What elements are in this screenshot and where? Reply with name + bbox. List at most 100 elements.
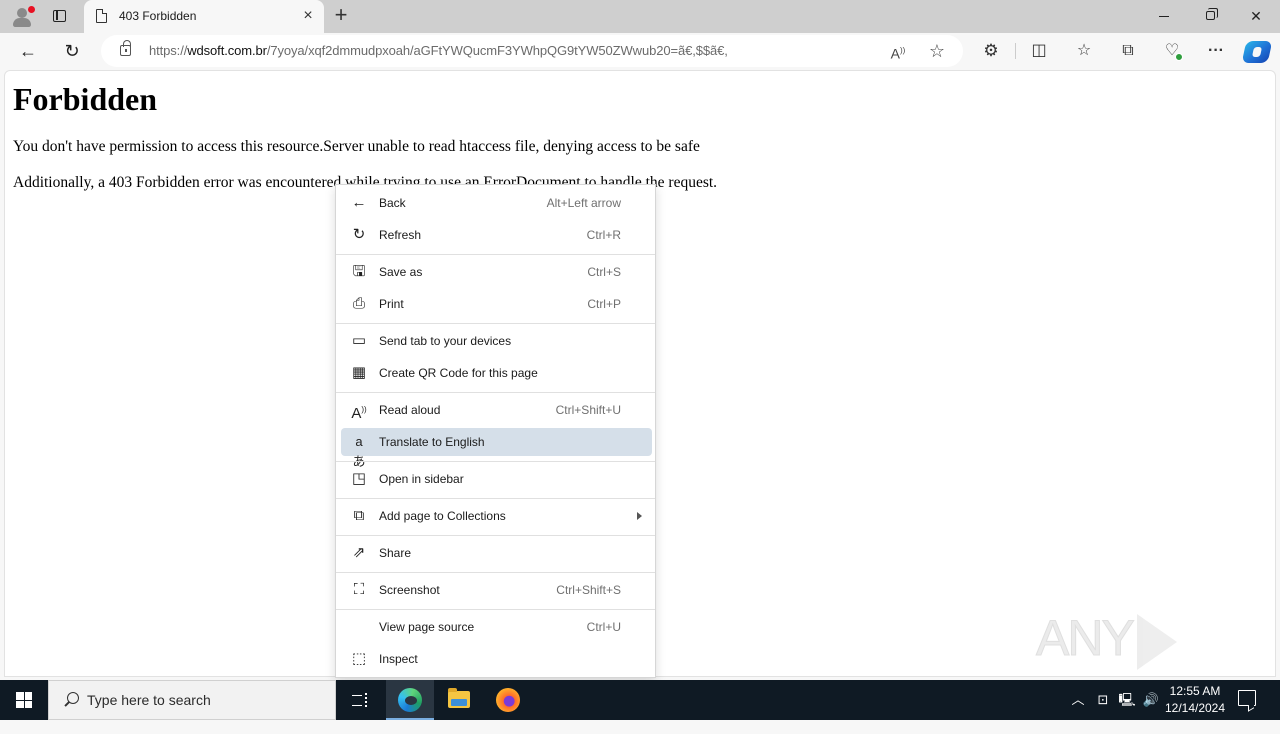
devices-icon: ▭ <box>351 332 367 349</box>
minimize-icon <box>1159 16 1169 17</box>
menu-item-shortcut: Ctrl+U <box>586 620 621 634</box>
network-icon[interactable]: 🖳 <box>1116 680 1138 720</box>
menu-item-label: Refresh <box>379 228 422 242</box>
split-screen-icon[interactable]: ◫ <box>1024 37 1054 65</box>
refresh-button[interactable]: ↻ <box>57 37 87 65</box>
menu-item-label: Back <box>379 196 406 210</box>
toolbar-divider <box>1015 43 1016 59</box>
url-host: wdsoft.com.br <box>187 43 267 58</box>
play-logo-icon <box>1136 613 1177 670</box>
show-hidden-icons-button[interactable]: ︿ <box>1068 680 1088 720</box>
menu-item-label: View page source <box>379 620 475 634</box>
meet-now-icon[interactable]: ⊡ <box>1092 680 1114 720</box>
menu-item-label: Inspect <box>379 652 418 666</box>
menu-item-save-as[interactable]: 🖫 Save as Ctrl+S <box>341 258 652 286</box>
restore-button[interactable] <box>1187 0 1233 33</box>
profile-body-icon <box>13 18 31 27</box>
system-clock[interactable]: 12:55 AM 12/14/2024 <box>1162 683 1228 717</box>
error-message: You don't have permission to access this… <box>13 138 700 155</box>
share-icon: ⇗ <box>352 544 366 561</box>
windows-logo-icon <box>16 692 32 708</box>
menu-item-refresh[interactable]: ↻ Refresh Ctrl+R <box>341 221 652 249</box>
task-view-icon <box>352 692 368 708</box>
menu-item-shortcut: Ctrl+Shift+U <box>555 403 621 417</box>
folder-icon <box>448 688 470 708</box>
taskbar-app-edge[interactable] <box>386 680 434 720</box>
save-icon: 🖫 <box>352 263 366 280</box>
profile-head-icon <box>17 8 27 18</box>
menu-divider <box>336 461 655 462</box>
favorite-star-icon[interactable]: ☆ <box>925 40 949 62</box>
page-heading: Forbidden <box>13 81 158 117</box>
menu-item-label: Open in sidebar <box>379 472 464 486</box>
sidebar-icon: ◳ <box>351 470 367 487</box>
tab-title: 403 Forbidden <box>119 9 197 23</box>
menu-item-print[interactable]: ⎙ Print Ctrl+P <box>341 290 652 318</box>
menu-item-label: Translate to English <box>379 435 485 449</box>
search-placeholder: Type here to search <box>87 692 211 708</box>
inspect-icon: ⬚ <box>351 650 367 667</box>
read-aloud-icon[interactable]: A)) <box>886 40 910 62</box>
menu-item-label: Send tab to your devices <box>379 334 512 348</box>
notification-dot <box>28 6 35 13</box>
context-menu: ← Back Alt+Left arrow ↻ Refresh Ctrl+R 🖫… <box>335 184 656 678</box>
profile-avatar[interactable] <box>8 4 36 30</box>
close-window-button[interactable]: ✕ <box>1233 0 1279 33</box>
navigation-bar: ← ↻ https://wdsoft.com.br/7yoya/xqf2dmmu… <box>0 33 1280 70</box>
notification-center-icon[interactable] <box>1238 690 1256 706</box>
task-view-button[interactable] <box>336 680 384 720</box>
lock-icon[interactable] <box>120 40 131 56</box>
extensions-icon[interactable]: ⚙ <box>976 37 1006 65</box>
taskbar-search-input[interactable]: Type here to search <box>48 680 336 720</box>
menu-item-add-to-collections[interactable]: ⧉ Add page to Collections <box>341 502 652 530</box>
copilot-icon[interactable] <box>1241 41 1273 63</box>
menu-item-label: Add page to Collections <box>379 509 506 523</box>
search-icon <box>63 692 79 710</box>
menu-item-shortcut: Ctrl+P <box>587 297 621 311</box>
menu-item-translate[interactable]: aあ Translate to English <box>341 428 652 469</box>
url-text[interactable]: https://wdsoft.com.br/7yoya/xqf2dmmudpxo… <box>149 43 728 58</box>
menu-item-read-aloud[interactable]: A)) Read aloud Ctrl+Shift+U <box>341 396 652 424</box>
page-icon <box>96 9 107 23</box>
back-button[interactable]: ← <box>13 37 43 65</box>
browser-essentials-icon[interactable]: ♡ <box>1157 37 1187 65</box>
menu-item-back[interactable]: ← Back Alt+Left arrow <box>341 189 652 217</box>
menu-item-qr-code[interactable]: ▦ Create QR Code for this page <box>341 359 652 387</box>
clock-date: 12/14/2024 <box>1164 701 1226 715</box>
status-check-badge <box>1175 53 1183 61</box>
menu-divider <box>336 254 655 255</box>
minimize-button[interactable] <box>1141 0 1187 33</box>
new-tab-button[interactable]: + <box>330 4 352 27</box>
menu-item-label: Create QR Code for this page <box>379 366 538 380</box>
tab-active[interactable]: 403 Forbidden × <box>84 0 324 33</box>
menu-item-share[interactable]: ⇗ Share <box>341 539 652 567</box>
menu-divider <box>336 572 655 573</box>
firefox-icon <box>496 688 520 712</box>
menu-item-inspect[interactable]: ⬚ Inspect <box>341 645 652 673</box>
collections-icon: ⧉ <box>353 507 365 524</box>
taskbar-app-firefox[interactable] <box>484 680 532 720</box>
menu-divider <box>336 498 655 499</box>
menu-item-open-in-sidebar[interactable]: ◳ Open in sidebar <box>341 465 652 493</box>
menu-item-label: Save as <box>379 265 423 279</box>
address-bar[interactable]: https://wdsoft.com.br/7yoya/xqf2dmmudpxo… <box>101 35 963 67</box>
translate-icon: aあ <box>352 434 366 469</box>
menu-item-screenshot[interactable]: ⛶ Screenshot Ctrl+Shift+S <box>341 576 652 604</box>
refresh-icon: ↻ <box>352 226 366 243</box>
start-button[interactable] <box>0 680 48 720</box>
taskbar-app-file-explorer[interactable] <box>435 680 483 720</box>
qr-code-icon: ▦ <box>351 364 367 381</box>
anyrun-watermark: ANYRUN <box>1035 606 1236 731</box>
favorites-icon[interactable]: ☆ <box>1069 37 1099 65</box>
tab-close-button[interactable]: × <box>298 6 318 26</box>
more-menu-button[interactable]: ··· <box>1201 37 1231 65</box>
menu-item-label: Print <box>379 297 404 311</box>
tab-actions-button[interactable] <box>50 8 68 24</box>
menu-item-send-tab[interactable]: ▭ Send tab to your devices <box>341 327 652 355</box>
tab-strip: 403 Forbidden × + ✕ <box>0 0 1280 33</box>
volume-icon[interactable]: 🔊 <box>1140 680 1162 720</box>
collections-icon[interactable]: ⧉ <box>1113 37 1143 65</box>
taskbar: Type here to search ︿ ⊡ 🖳 🔊 12:55 AM 12/… <box>0 680 1280 720</box>
menu-divider <box>336 609 655 610</box>
menu-item-view-source[interactable]: View page source Ctrl+U <box>341 613 652 641</box>
